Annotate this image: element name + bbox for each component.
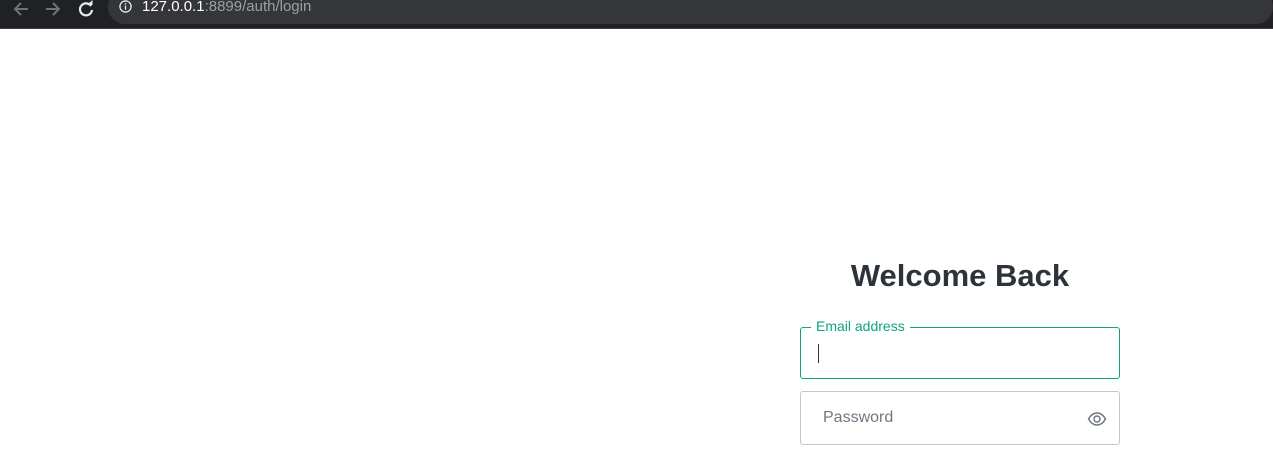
address-bar[interactable]: 127.0.0.1:8899/auth/login	[108, 0, 1273, 24]
info-icon[interactable]	[119, 0, 132, 13]
browser-toolbar: 127.0.0.1:8899/auth/login	[0, 0, 1273, 29]
email-input[interactable]	[817, 328, 1077, 378]
eye-icon[interactable]	[1087, 409, 1107, 429]
url-path: :8899/auth/login	[204, 0, 312, 15]
text-caret	[818, 344, 819, 363]
back-button[interactable]	[9, 0, 33, 17]
password-field[interactable]	[800, 391, 1120, 445]
arrow-right-icon	[46, 1, 61, 16]
page-title: Welcome Back	[850, 258, 1070, 293]
url-host: 127.0.0.1	[142, 0, 205, 15]
url-text[interactable]: 127.0.0.1:8899/auth/login	[142, 0, 311, 15]
arrow-left-icon	[13, 1, 28, 16]
forward-button[interactable]	[41, 0, 65, 17]
reload-icon	[78, 0, 94, 16]
password-input[interactable]	[823, 392, 1083, 444]
reload-button[interactable]	[74, 0, 98, 17]
email-field[interactable]: Email address	[800, 317, 1120, 379]
